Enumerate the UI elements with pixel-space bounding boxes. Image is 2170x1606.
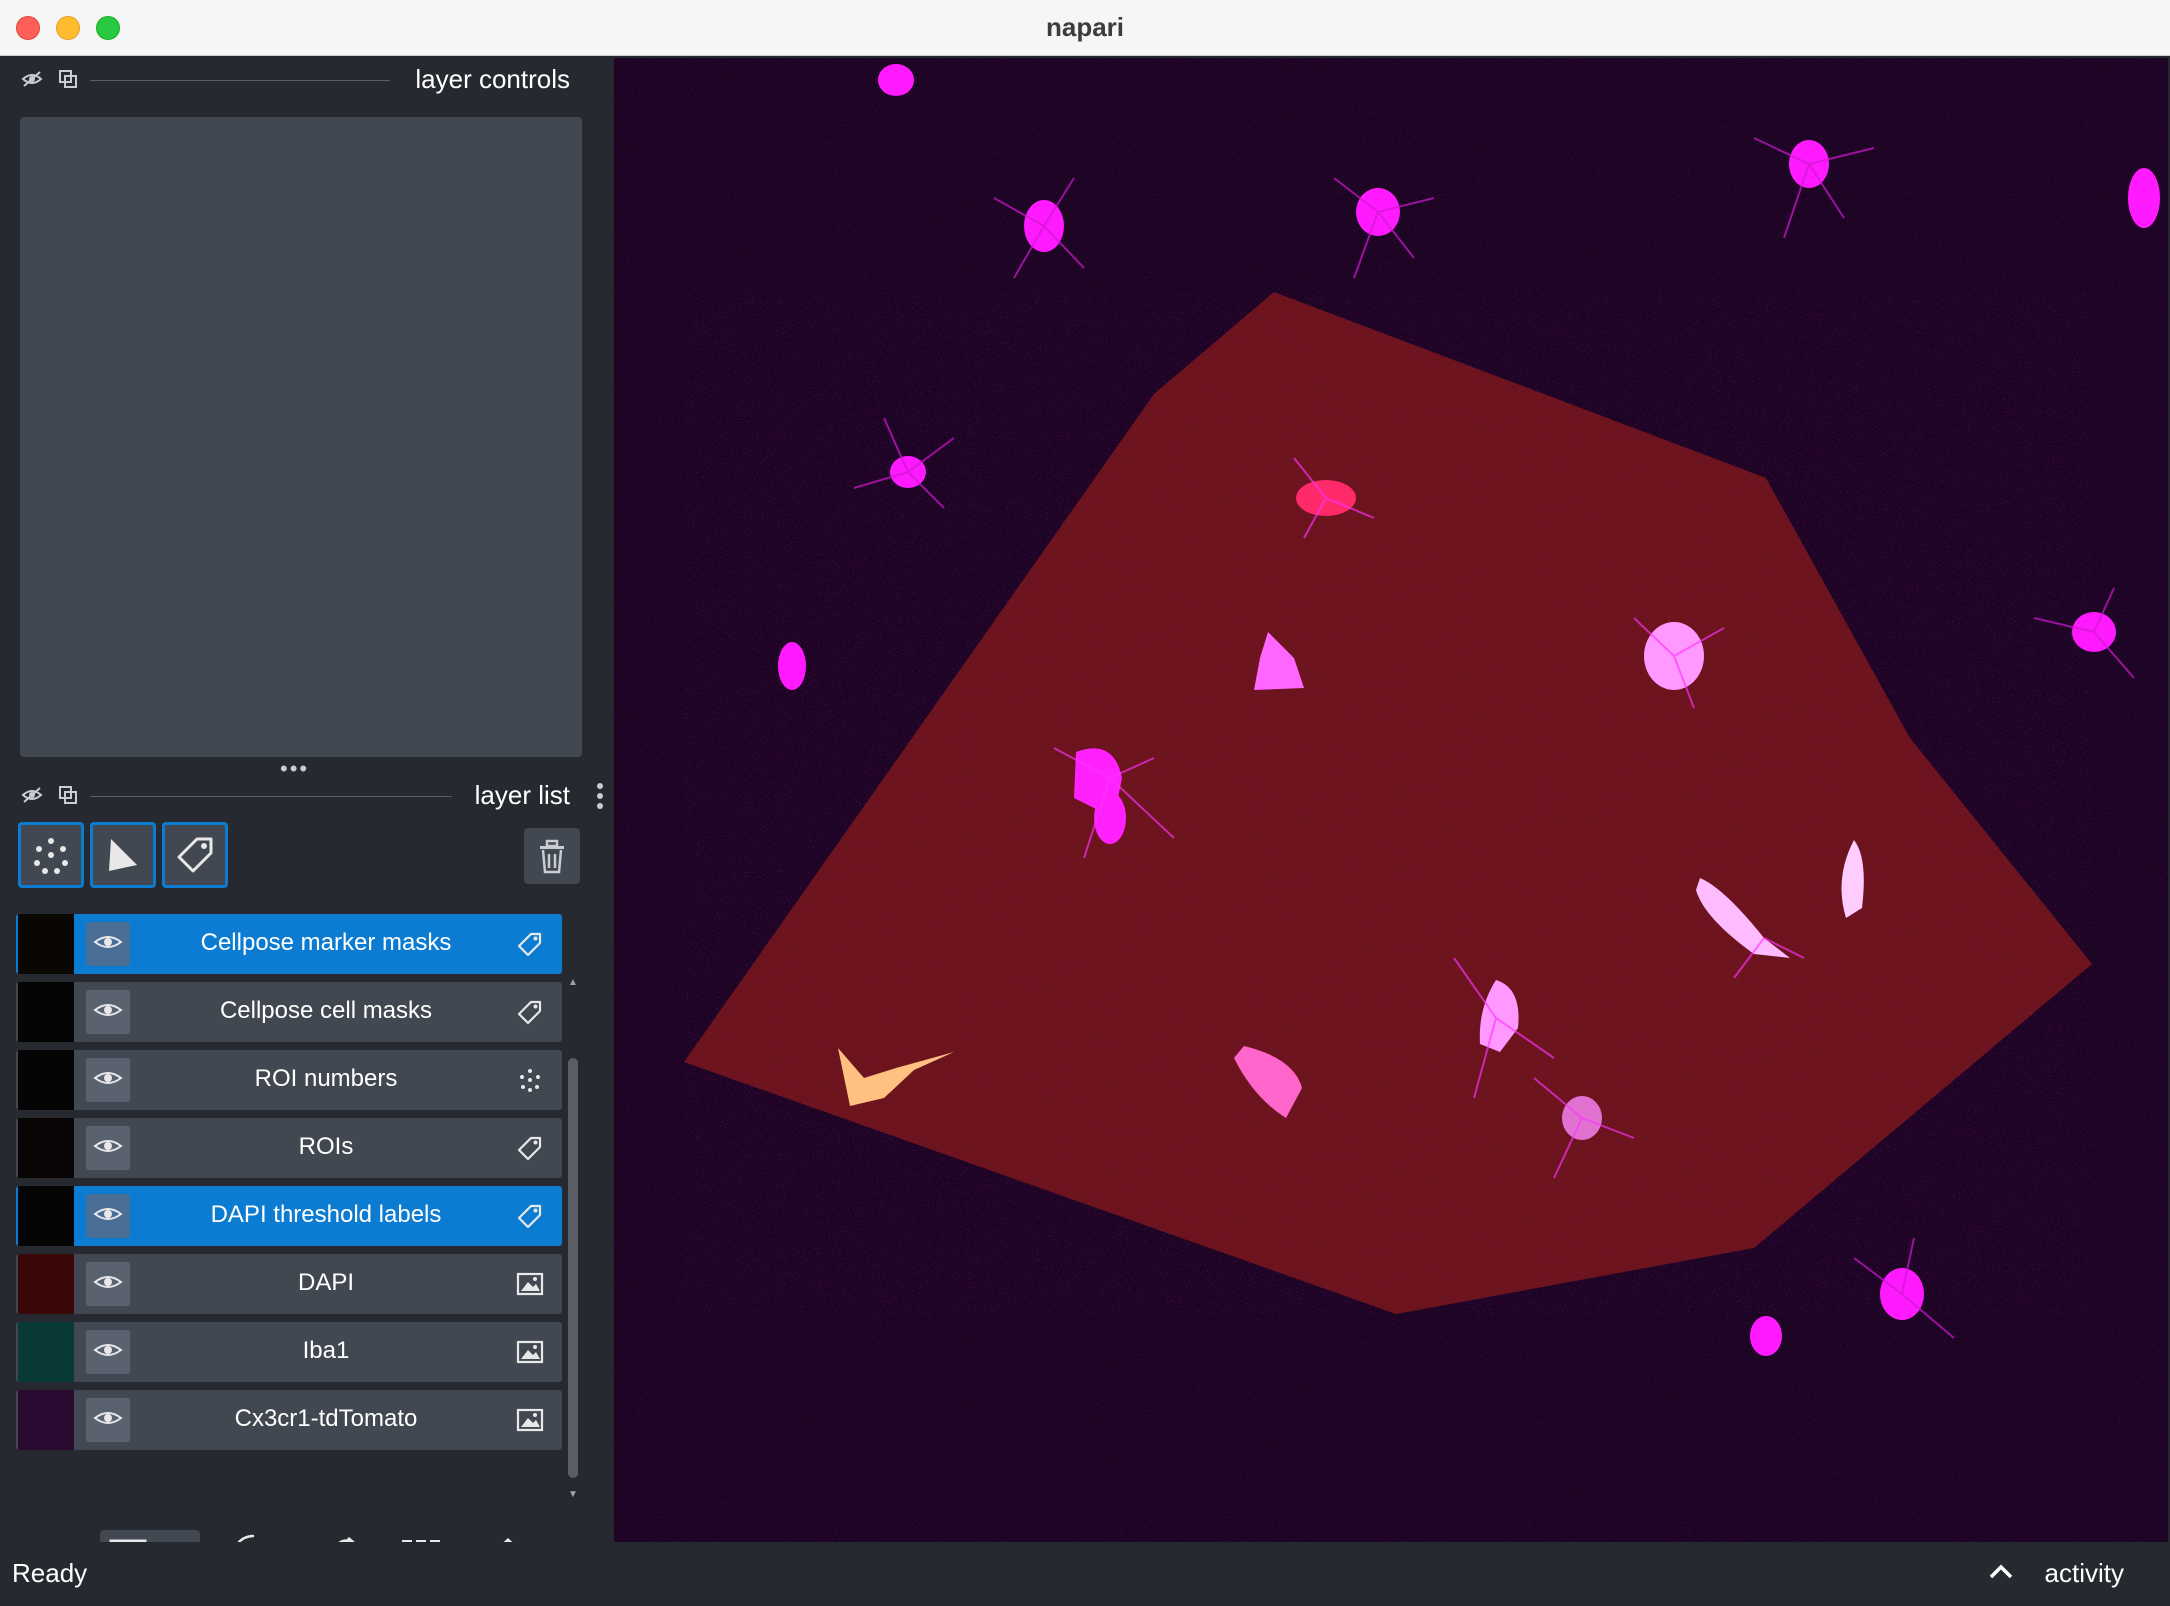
window-title: napari	[1045, 12, 1125, 42]
hide-panel-icon[interactable]	[20, 784, 44, 808]
layer-thumbnail	[18, 1322, 74, 1382]
layer-list: Cellpose marker masks Cellpose cell masks…	[16, 914, 564, 1508]
float-panel-icon[interactable]	[56, 784, 80, 808]
new-shapes-layer-button[interactable]	[90, 822, 156, 888]
layer-list-title: layer list	[474, 780, 570, 810]
new-labels-icon	[177, 837, 213, 873]
labels-layer-icon	[516, 930, 544, 958]
header-divider	[90, 796, 452, 797]
scroll-up-icon[interactable]: ▲	[566, 976, 580, 990]
visibility-toggle[interactable]	[86, 1058, 130, 1102]
layer-name[interactable]: Iba1	[136, 1337, 516, 1365]
eye-icon	[93, 1272, 123, 1297]
eye-icon	[93, 1408, 123, 1433]
eye-icon	[93, 1340, 123, 1365]
image-layer-icon	[516, 1406, 544, 1434]
points-layer-icon	[516, 1066, 544, 1094]
left-dock: layer controls ••• layer list Cellpose m…	[0, 56, 612, 1590]
napari-window: napari layer controls ••• layer list Cel…	[0, 0, 2170, 1606]
trash-icon	[540, 839, 564, 874]
labels-layer-icon	[516, 1134, 544, 1162]
labels-layer-icon	[516, 1202, 544, 1230]
scroll-down-icon[interactable]: ▼	[566, 1488, 580, 1502]
layer-controls-title: layer controls	[415, 64, 570, 94]
status-text: Ready	[12, 1558, 88, 1588]
layer-thumbnail	[18, 914, 74, 974]
layer-name[interactable]: Cellpose cell masks	[136, 997, 516, 1025]
layer-row[interactable]: Cellpose marker masks	[16, 914, 562, 974]
layer-row[interactable]: Iba1	[16, 1322, 562, 1382]
eye-icon	[93, 1068, 123, 1093]
layer-thumbnail	[18, 1118, 74, 1178]
layer-list-header: layer list	[0, 774, 612, 818]
eye-icon	[93, 932, 123, 957]
scrollbar-thumb[interactable]	[568, 1058, 578, 1478]
layer-thumbnail	[18, 1186, 74, 1246]
layer-row[interactable]: Cx3cr1-tdTomato	[16, 1390, 562, 1450]
layer-name[interactable]: ROI numbers	[136, 1065, 516, 1093]
layer-name[interactable]: DAPI	[136, 1269, 516, 1297]
visibility-toggle[interactable]	[86, 1398, 130, 1442]
eye-icon	[93, 1136, 123, 1161]
layer-list-scrollbar[interactable]: ▲ ▼	[566, 976, 580, 1506]
eye-icon	[93, 1204, 123, 1229]
new-points-icon	[34, 838, 68, 874]
visibility-toggle[interactable]	[86, 922, 130, 966]
image-layer-icon	[516, 1338, 544, 1366]
layer-controls-panel	[20, 117, 582, 757]
layer-name[interactable]: DAPI threshold labels	[136, 1201, 516, 1229]
eye-icon	[93, 1000, 123, 1025]
visibility-toggle[interactable]	[86, 990, 130, 1034]
layer-name[interactable]: ROIs	[136, 1133, 516, 1161]
new-labels-layer-button[interactable]	[162, 822, 228, 888]
labels-layer-icon	[516, 998, 544, 1026]
layer-thumbnail	[18, 1050, 74, 1110]
layer-row[interactable]: ROIs	[16, 1118, 562, 1178]
layer-row[interactable]: Cellpose cell masks	[16, 982, 562, 1042]
activity-button[interactable]: activity	[2045, 1558, 2124, 1589]
visibility-toggle[interactable]	[86, 1262, 130, 1306]
title-bar: napari	[0, 0, 2170, 56]
new-shapes-icon	[109, 839, 137, 871]
layer-row[interactable]: DAPI	[16, 1254, 562, 1314]
visibility-toggle[interactable]	[86, 1126, 130, 1170]
layer-thumbnail	[18, 1254, 74, 1314]
layer-row[interactable]: ROI numbers	[16, 1050, 562, 1110]
header-divider	[90, 80, 390, 81]
layer-thumbnail	[18, 1390, 74, 1450]
visibility-toggle[interactable]	[86, 1330, 130, 1374]
new-points-layer-button[interactable]	[18, 822, 84, 888]
layer-controls-header: layer controls	[0, 58, 612, 102]
layer-thumbnail	[18, 982, 74, 1042]
layer-name[interactable]: Cx3cr1-tdTomato	[136, 1405, 516, 1433]
delete-layer-button[interactable]	[524, 828, 580, 884]
image-canvas[interactable]	[614, 58, 2168, 1542]
more-options-icon[interactable]	[590, 782, 610, 809]
canvas-image	[614, 58, 2168, 1542]
layer-name[interactable]: Cellpose marker masks	[136, 929, 516, 957]
float-panel-icon[interactable]	[56, 68, 80, 92]
visibility-toggle[interactable]	[86, 1194, 130, 1238]
chevron-up-icon[interactable]	[1988, 1560, 2014, 1588]
hide-panel-icon[interactable]	[20, 68, 44, 92]
layer-row[interactable]: DAPI threshold labels	[16, 1186, 562, 1246]
image-layer-icon	[516, 1270, 544, 1298]
status-bar: Ready activity	[0, 1542, 2170, 1606]
